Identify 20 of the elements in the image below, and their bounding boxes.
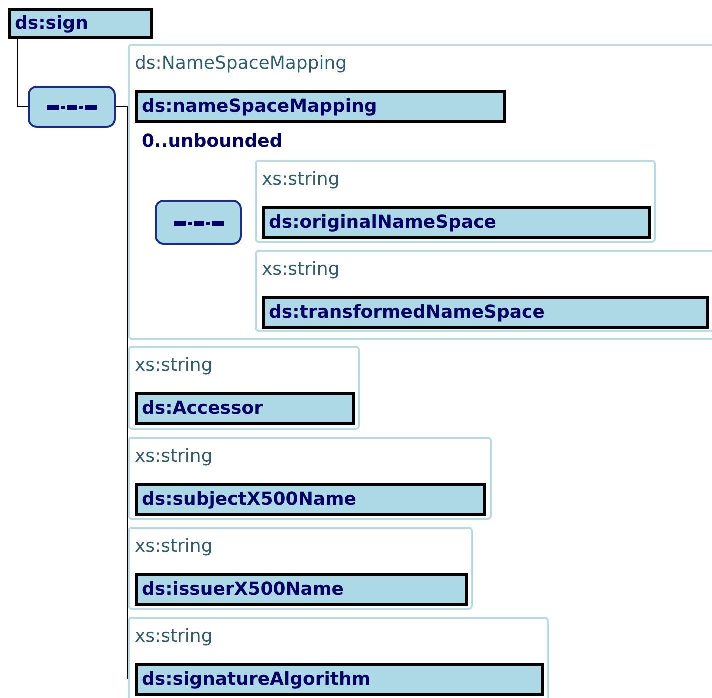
element-node[interactable]: ds:sign <box>8 8 153 39</box>
type-label: xs:string <box>135 536 213 557</box>
element-node[interactable]: ds:transformedNameSpace <box>262 296 709 329</box>
type-label: xs:string <box>135 355 213 376</box>
occurrence-label: 0..unbounded <box>142 131 283 152</box>
type-label: xs:string <box>135 626 213 647</box>
element-node[interactable]: ds:originalNameSpace <box>262 206 651 239</box>
sequence-icon <box>47 103 97 111</box>
element-node[interactable]: ds:subjectX500Name <box>135 483 486 516</box>
type-label: xs:string <box>262 259 340 280</box>
sequence-icon <box>174 218 224 226</box>
element-node[interactable]: ds:issuerX500Name <box>135 573 468 606</box>
type-label: xs:string <box>135 446 213 467</box>
type-label: ds:NameSpaceMapping <box>135 53 348 74</box>
element-node[interactable]: ds:signatureAlgorithm <box>135 663 544 696</box>
sequence-node[interactable] <box>155 200 242 245</box>
sequence-node[interactable] <box>28 86 116 128</box>
type-label: xs:string <box>262 169 340 190</box>
element-node[interactable]: ds:nameSpaceMapping <box>135 90 506 123</box>
element-node[interactable]: ds:Accessor <box>135 392 355 425</box>
